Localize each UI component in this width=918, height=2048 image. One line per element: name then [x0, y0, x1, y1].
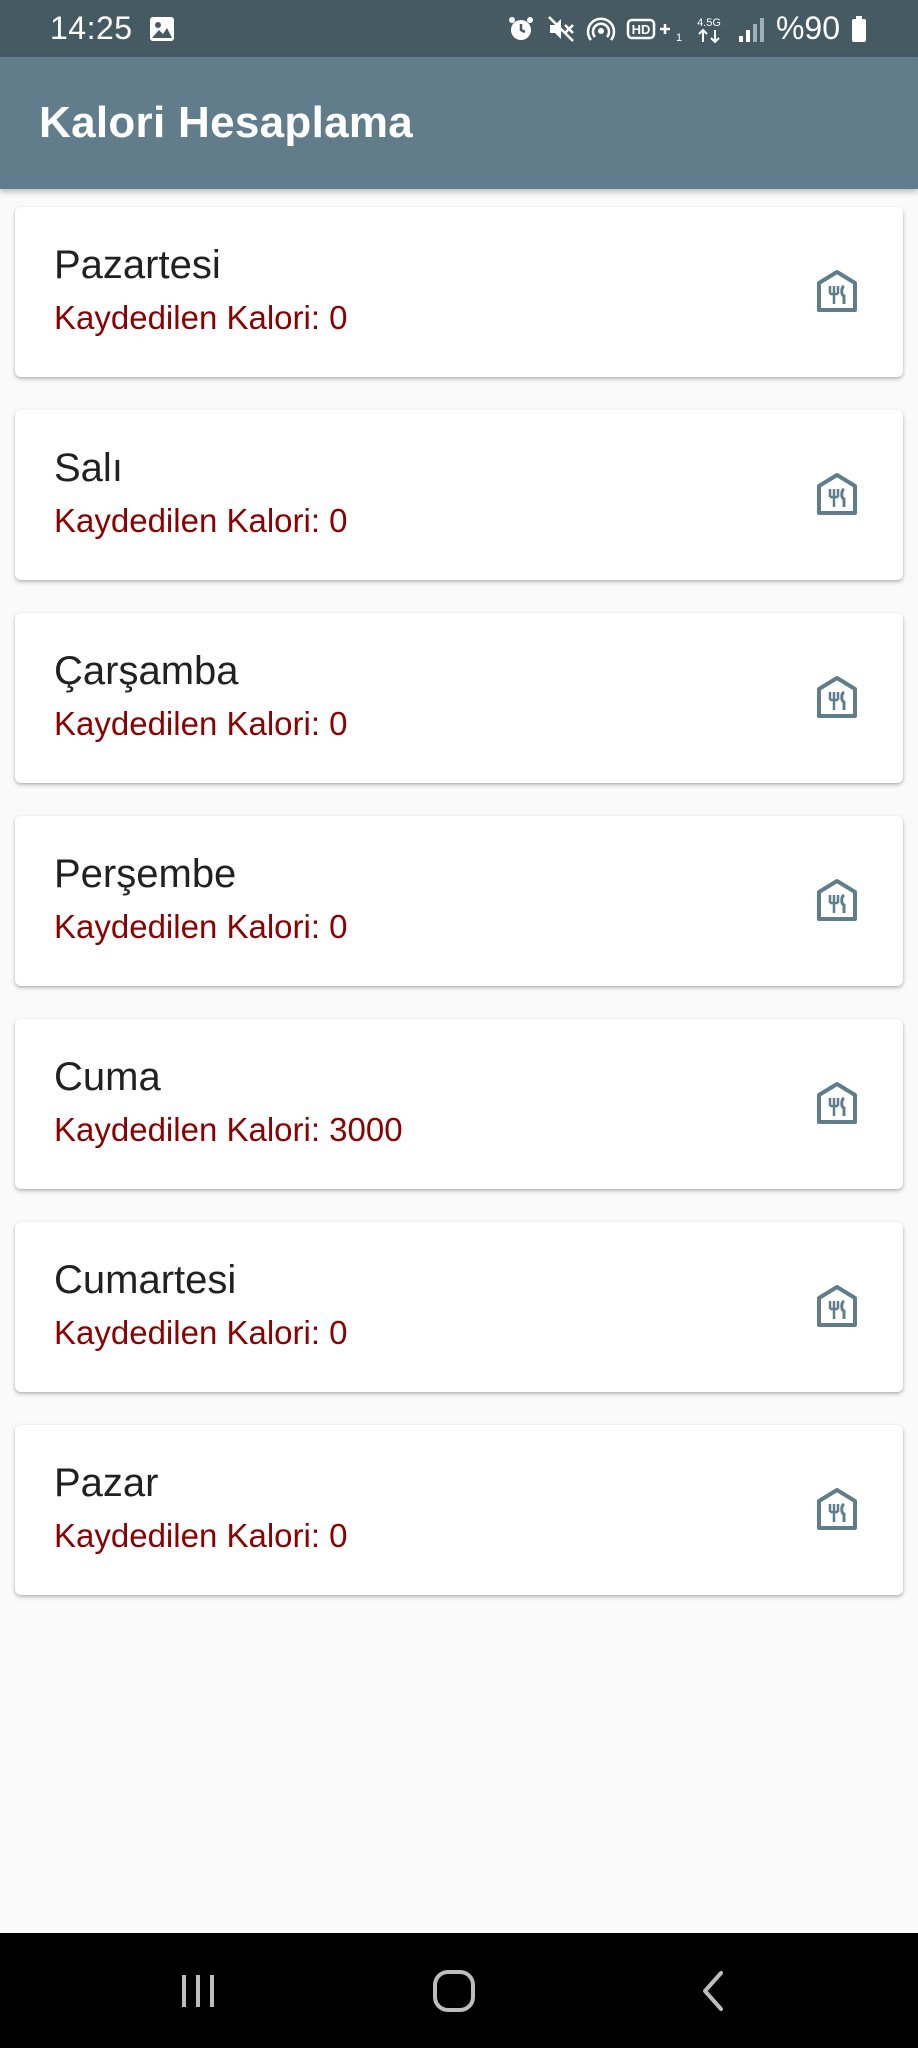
- day-list: Pazartesi Kaydedilen Kalori: 0 Salı Kayd…: [15, 207, 903, 1628]
- restaurant-icon[interactable]: [816, 1284, 858, 1328]
- day-card-sali[interactable]: Salı Kaydedilen Kalori: 0: [15, 410, 903, 580]
- day-calorie-text: Kaydedilen Kalori: 0: [54, 502, 348, 539]
- restaurant-icon[interactable]: [816, 1487, 858, 1531]
- svg-text:HD: HD: [632, 22, 651, 37]
- day-card-pazartesi[interactable]: Pazartesi Kaydedilen Kalori: 0: [15, 207, 903, 377]
- home-icon[interactable]: [424, 1963, 484, 2019]
- navigation-bar: [0, 1933, 918, 2048]
- restaurant-icon[interactable]: [816, 675, 858, 719]
- day-card-persembe[interactable]: Perşembe Kaydedilen Kalori: 0: [15, 816, 903, 986]
- day-name: Cumartesi: [54, 1258, 237, 1302]
- day-calorie-text: Kaydedilen Kalori: 0: [54, 1314, 348, 1351]
- restaurant-icon[interactable]: [816, 269, 858, 313]
- battery-icon: [850, 14, 868, 44]
- day-name: Pazartesi: [54, 243, 221, 287]
- alarm-icon: [506, 14, 536, 44]
- day-card-carsamba[interactable]: Çarşamba Kaydedilen Kalori: 0: [15, 613, 903, 783]
- day-calorie-text: Kaydedilen Kalori: 0: [54, 908, 348, 945]
- status-bar: 14:25 HD 1 4.5G %90: [0, 0, 918, 57]
- network-4-5g-icon: 4.5G: [692, 14, 726, 44]
- restaurant-icon[interactable]: [816, 1081, 858, 1125]
- day-calorie-text: Kaydedilen Kalori: 0: [54, 299, 348, 336]
- day-name: Çarşamba: [54, 649, 239, 693]
- app-bar: Kalori Hesaplama: [0, 57, 918, 189]
- hd-volte-icon: HD 1: [626, 14, 682, 44]
- day-card-cuma[interactable]: Cuma Kaydedilen Kalori: 3000: [15, 1019, 903, 1189]
- status-icons: HD 1 4.5G %90: [506, 10, 868, 47]
- battery-percentage: %90: [775, 10, 840, 46]
- hotspot-icon: [586, 14, 616, 44]
- app-title: Kalori Hesaplama: [39, 98, 414, 147]
- day-name: Salı: [54, 446, 123, 490]
- restaurant-icon[interactable]: [816, 472, 858, 516]
- svg-text:4.5G: 4.5G: [697, 17, 721, 29]
- recent-apps-icon[interactable]: [168, 1963, 228, 2019]
- mute-icon: [546, 14, 576, 44]
- day-card-pazar[interactable]: Pazar Kaydedilen Kalori: 0: [15, 1425, 903, 1595]
- day-calorie-text: Kaydedilen Kalori: 0: [54, 705, 348, 742]
- day-calorie-text: Kaydedilen Kalori: 3000: [54, 1111, 403, 1148]
- signal-icon: [736, 14, 766, 44]
- day-card-cumartesi[interactable]: Cumartesi Kaydedilen Kalori: 0: [15, 1222, 903, 1392]
- gallery-icon: [149, 16, 175, 42]
- day-name: Pazar: [54, 1461, 159, 1505]
- restaurant-icon[interactable]: [816, 878, 858, 922]
- status-time: 14:25: [50, 10, 133, 46]
- day-calorie-text: Kaydedilen Kalori: 0: [54, 1517, 348, 1554]
- day-name: Cuma: [54, 1055, 161, 1099]
- back-icon[interactable]: [684, 1963, 744, 2019]
- day-name: Perşembe: [54, 852, 237, 896]
- svg-text:1: 1: [676, 32, 682, 44]
